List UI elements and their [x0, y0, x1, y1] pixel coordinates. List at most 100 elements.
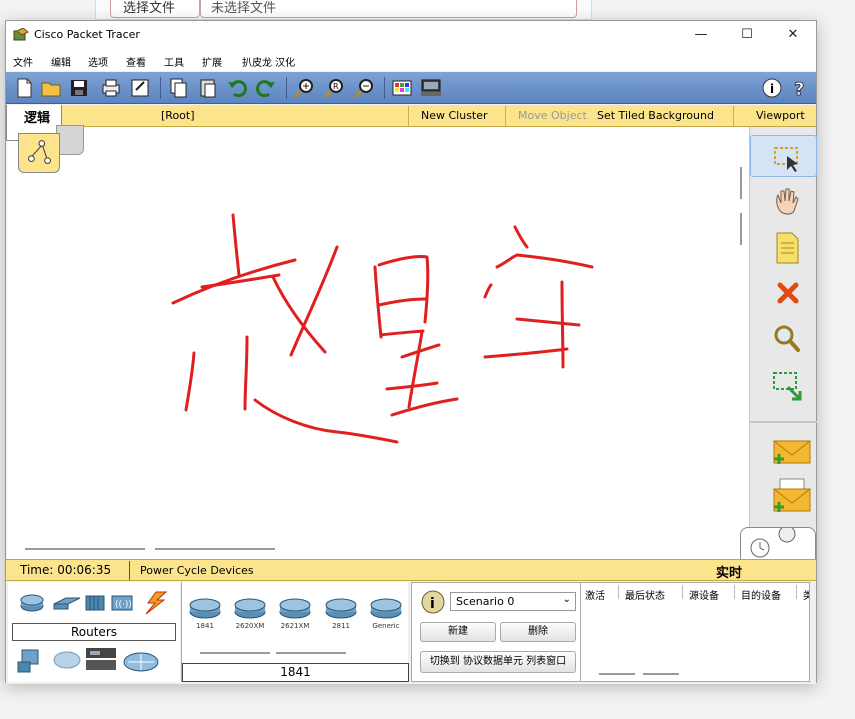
menu-view[interactable]: 查看	[126, 54, 146, 69]
palette-icon[interactable]	[390, 76, 414, 100]
copy-icon[interactable]	[166, 76, 190, 100]
realtime-label[interactable]: 实时	[716, 562, 742, 581]
delete-scenario-button[interactable]: 删除	[500, 622, 576, 642]
background-file-status: 未选择文件 !	[200, 0, 577, 18]
pdu-header-source: 源设备	[689, 591, 719, 602]
save-icon[interactable]	[67, 76, 91, 100]
bar-divider	[505, 106, 506, 126]
delete-tool[interactable]	[750, 273, 817, 315]
pdu-header-active: 激活	[585, 591, 605, 602]
router-icon	[370, 598, 402, 619]
undo-icon[interactable]	[225, 76, 249, 100]
help-icon[interactable]: ?	[788, 76, 812, 100]
device-generic[interactable]: Generic	[368, 594, 404, 632]
resize-shape-tool[interactable]	[750, 365, 817, 407]
pdu-scroll-thumb[interactable]	[599, 673, 635, 675]
move-layout-tool[interactable]	[750, 181, 817, 223]
handwriting-stroke	[373, 265, 383, 339]
place-note-tool[interactable]	[750, 227, 817, 269]
device-2811[interactable]: 2811	[323, 594, 359, 632]
root-cluster-icon[interactable]	[56, 125, 84, 155]
menu-file[interactable]: 文件	[13, 54, 33, 69]
connections-category-icon	[145, 591, 168, 615]
new-cluster-button[interactable]: New Cluster	[421, 109, 488, 122]
logical-workspace-canvas[interactable]	[7, 127, 737, 559]
horizontal-scroll-thumb[interactable]	[155, 548, 275, 550]
scenario-select-value: Scenario 0	[456, 595, 515, 608]
end-devices-category-icon	[17, 649, 39, 673]
title-bar: Cisco Packet Tracer — ☐ ✕	[6, 21, 816, 49]
device-list-scroll-thumb[interactable]	[276, 652, 346, 654]
minimize-button[interactable]: —	[678, 21, 724, 49]
scenario-info-icon[interactable]: i	[420, 589, 446, 615]
logical-topology-icon[interactable]	[18, 133, 60, 173]
info-icon[interactable]: i	[760, 76, 784, 100]
vertical-scrollbar[interactable]	[737, 127, 749, 559]
move-object-button[interactable]: Move Object	[518, 109, 587, 122]
svg-text:?: ?	[794, 79, 804, 100]
window-title: Cisco Packet Tracer	[34, 28, 140, 41]
custom-device-icon[interactable]	[419, 76, 443, 100]
device-caption: 2621XM	[280, 622, 310, 630]
selected-device-name: 1841	[182, 663, 409, 682]
device-1841[interactable]: 1841	[187, 594, 223, 632]
vertical-scroll-thumb[interactable]	[740, 167, 742, 199]
handwriting-stroke	[377, 297, 427, 307]
simulation-time: Time: 00:06:35	[20, 563, 112, 577]
palette-separator	[750, 421, 817, 423]
vertical-scroll-thumb[interactable]	[740, 213, 742, 245]
root-label[interactable]: [Root]	[161, 109, 195, 122]
power-cycle-devices-button[interactable]: Power Cycle Devices	[140, 564, 254, 577]
maximize-button[interactable]: ☐	[724, 21, 770, 49]
menu-tools[interactable]: 工具	[164, 54, 184, 69]
pdu-list-table: 激活 最后状态 源设备 目的设备 类	[580, 582, 810, 682]
magnifier-icon	[774, 325, 800, 352]
add-simple-pdu-tool[interactable]	[750, 431, 817, 473]
handwriting-stroke	[407, 330, 424, 409]
redo-icon[interactable]	[254, 76, 278, 100]
inspect-tool[interactable]	[750, 319, 817, 361]
background-file-button[interactable]: 选择文件	[110, 0, 200, 18]
horizontal-scrollbar[interactable]	[7, 541, 737, 557]
open-folder-icon[interactable]	[39, 76, 63, 100]
menu-options[interactable]: 选项	[88, 54, 108, 69]
zoom-reset-icon[interactable]: R	[322, 76, 346, 100]
device-caption: 1841	[196, 622, 214, 630]
zoom-out-icon[interactable]	[352, 76, 376, 100]
select-tool[interactable]	[750, 135, 817, 177]
menu-edit[interactable]: 编辑	[51, 54, 71, 69]
new-file-icon[interactable]	[12, 76, 36, 100]
menu-extensions[interactable]: 扩展	[202, 54, 222, 69]
logical-tab-label: 逻辑	[24, 111, 51, 126]
device-list-scroll-thumb[interactable]	[200, 652, 270, 654]
scenario-select[interactable]: Scenario 0 ⌄	[450, 592, 576, 611]
new-scenario-button[interactable]: 新建	[420, 622, 496, 642]
handwriting-stroke	[271, 275, 327, 354]
svg-text:R: R	[333, 82, 339, 91]
print-icon[interactable]	[99, 76, 123, 100]
add-complex-pdu-tool[interactable]	[750, 477, 817, 519]
chevron-down-icon: ⌄	[562, 594, 571, 605]
handwriting-stroke	[483, 347, 569, 359]
menu-localization[interactable]: 扒皮龙 汉化	[242, 54, 295, 69]
close-button[interactable]: ✕	[770, 21, 816, 49]
switches-category-icon	[53, 597, 81, 610]
viewport-button[interactable]: Viewport	[756, 109, 805, 122]
horizontal-scroll-thumb[interactable]	[25, 548, 145, 550]
handwriting-stroke	[184, 351, 196, 412]
device-2620xm[interactable]: 2620XM	[232, 594, 268, 632]
svg-text:i: i	[430, 596, 435, 612]
bar-divider	[733, 106, 734, 126]
bar-divider	[408, 106, 409, 126]
pdu-scroll-thumb[interactable]	[643, 673, 679, 675]
zoom-in-icon[interactable]	[292, 76, 316, 100]
toggle-pdu-list-button[interactable]: 切换到 协议数据单元 列表窗口	[420, 651, 576, 673]
router-icon	[279, 598, 311, 619]
activity-wizard-icon[interactable]	[128, 76, 152, 100]
paste-icon[interactable]	[196, 76, 220, 100]
handwriting-stroke	[483, 283, 493, 299]
set-tiled-background-button[interactable]: Set Tiled Background	[597, 109, 714, 122]
handwriting-stroke	[377, 255, 430, 324]
device-2621xm[interactable]: 2621XM	[277, 594, 313, 632]
header-divider	[796, 585, 797, 599]
